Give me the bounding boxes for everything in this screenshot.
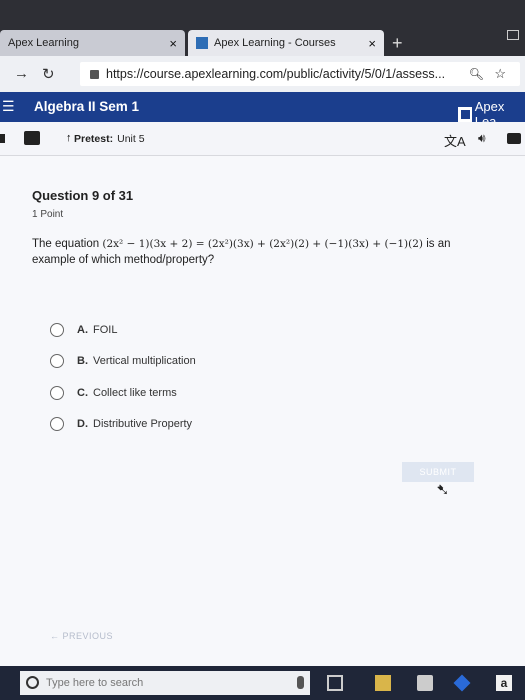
apex-logo-mark-icon xyxy=(458,106,472,122)
question-prefix: The equation xyxy=(32,238,100,250)
choice-text: FOIL xyxy=(93,323,118,336)
zoom-icon[interactable]: 🔍︎ xyxy=(469,67,484,81)
browser-tab-apex-learning[interactable]: Apex Learning × xyxy=(0,30,185,56)
store-icon[interactable] xyxy=(417,675,433,691)
question-points: 1 Point xyxy=(32,209,64,220)
briefcase-icon[interactable] xyxy=(24,131,40,145)
breadcrumb[interactable]: Pretest: Unit 5 xyxy=(74,133,145,145)
translate-icon[interactable]: 文A xyxy=(444,131,466,150)
cortana-icon[interactable] xyxy=(26,676,39,689)
new-tab-button[interactable]: + xyxy=(392,33,403,54)
question-header: Question 9 of 31 xyxy=(32,188,134,203)
choice-letter: B. xyxy=(77,355,88,368)
activity-toolbar: ↑ Pretest: Unit 5 文A 🔊︎ xyxy=(0,122,525,156)
answer-choices: A. FOIL B. Vertical multiplication C. Co… xyxy=(50,314,196,440)
window-restore-icon[interactable] xyxy=(507,30,519,40)
address-bar-row: → ↻ https://course.apexlearning.com/publ… xyxy=(0,56,525,92)
url-input[interactable]: https://course.apexlearning.com/public/a… xyxy=(80,62,520,86)
question-text: The equation (2x² − 1)(3x + 2) = (2x²)(3… xyxy=(32,236,492,268)
choice-text: Collect like terms xyxy=(93,386,177,399)
radio-button[interactable] xyxy=(50,322,64,337)
course-header: ☰ Algebra II Sem 1 Apex Lea xyxy=(0,92,525,129)
tab-label: Apex Learning - Courses xyxy=(214,37,336,49)
course-title: Algebra II Sem 1 xyxy=(34,99,140,114)
url-text: https://course.apexlearning.com/public/a… xyxy=(106,67,446,81)
search-placeholder: Type here to search xyxy=(46,677,144,689)
choice-d[interactable]: D. Distributive Property xyxy=(50,409,196,441)
choice-b[interactable]: B. Vertical multiplication xyxy=(50,346,196,378)
apex-favicon-icon xyxy=(196,37,208,49)
lock-icon xyxy=(90,69,99,79)
microphone-icon[interactable] xyxy=(297,676,304,689)
browser-tab-strip: Apex Learning × Apex Learning - Courses … xyxy=(0,0,525,56)
reload-icon[interactable]: ↻ xyxy=(42,65,55,83)
windows-taskbar: Type here to search a xyxy=(0,666,525,700)
question-panel: Question 9 of 31 1 Point The equation (2… xyxy=(0,156,525,666)
radio-button[interactable] xyxy=(50,385,64,400)
choice-text: Distributive Property xyxy=(93,418,193,431)
mouse-cursor-icon: ➷ xyxy=(436,482,450,499)
up-arrow-icon[interactable]: ↑ xyxy=(66,132,72,144)
close-tab-icon[interactable]: × xyxy=(169,36,177,51)
question-equation: (2x² − 1)(3x + 2) = (2x²)(3x) + (2x²)(2)… xyxy=(102,238,424,250)
breadcrumb-unit: Unit 5 xyxy=(117,133,145,145)
browser-tab-apex-courses[interactable]: Apex Learning - Courses × xyxy=(188,30,384,56)
submit-button[interactable]: SUBMIT xyxy=(402,462,474,482)
close-tab-icon[interactable]: × xyxy=(368,36,376,51)
bookmark-star-icon[interactable]: ☆ xyxy=(494,66,506,82)
choice-letter: C. xyxy=(77,386,88,399)
speaker-icon[interactable]: 🔊︎ xyxy=(478,131,486,146)
choice-a[interactable]: A. FOIL xyxy=(50,314,196,346)
radio-button[interactable] xyxy=(50,354,64,369)
radio-button[interactable] xyxy=(50,417,64,432)
file-explorer-icon[interactable] xyxy=(375,675,391,691)
choice-letter: D. xyxy=(77,418,88,431)
choice-text: Vertical multiplication xyxy=(93,355,196,368)
dropbox-icon[interactable] xyxy=(453,674,471,692)
task-view-icon[interactable] xyxy=(327,675,343,691)
forward-arrow-icon[interactable]: → xyxy=(14,65,29,82)
menu-icon[interactable]: ☰ xyxy=(2,98,15,115)
sidebar-toggle-icon[interactable] xyxy=(0,134,5,143)
amazon-icon[interactable]: a xyxy=(496,675,512,691)
breadcrumb-type: Pretest: xyxy=(74,133,114,145)
print-icon[interactable] xyxy=(507,133,521,144)
previous-button[interactable]: ← PREVIOUS xyxy=(50,631,113,641)
taskbar-search-input[interactable]: Type here to search xyxy=(20,671,310,695)
choice-letter: A. xyxy=(77,323,88,336)
choice-c[interactable]: C. Collect like terms xyxy=(50,377,196,409)
tab-label: Apex Learning xyxy=(8,37,79,49)
